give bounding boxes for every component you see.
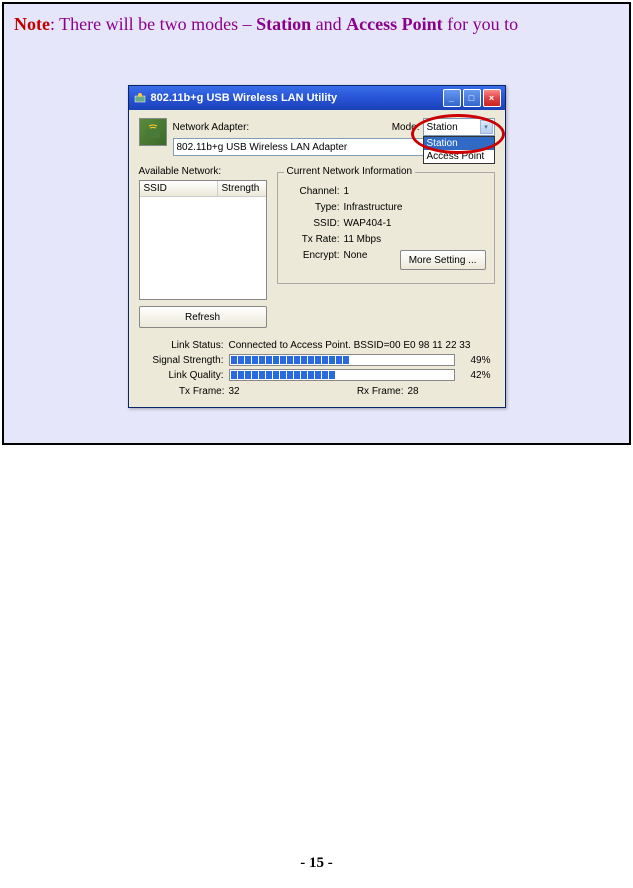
type-label: Type: (286, 202, 344, 213)
ssid-label: SSID: (286, 218, 344, 229)
signal-strength-bar (229, 354, 455, 366)
available-network-label: Available Network: (139, 166, 267, 177)
mode-option-accesspoint[interactable]: Access Point (424, 150, 494, 163)
link-status-value: Connected to Access Point. BSSID=00 E0 9… (229, 340, 495, 351)
note-text: Note: There will be two modes – Station … (14, 12, 619, 37)
col-ssid[interactable]: SSID (140, 181, 218, 196)
minimize-button[interactable]: _ (443, 89, 461, 107)
channel-value: 1 (344, 186, 486, 197)
screenshot: 802.11b+g USB Wireless LAN Utility _ □ ×… (14, 85, 619, 408)
current-network-groupbox: Current Network Information Channel:1 Ty… (277, 172, 495, 284)
mode-dropdown[interactable]: Station ▾ (423, 118, 495, 136)
ssid-value: WAP404-1 (344, 218, 486, 229)
utility-window: 802.11b+g USB Wireless LAN Utility _ □ ×… (128, 85, 506, 408)
type-value: Infrastructure (344, 202, 486, 213)
txframe-value: 32 (229, 386, 240, 397)
more-setting-button[interactable]: More Setting ... (400, 250, 486, 270)
note-label: Note (14, 14, 50, 34)
link-quality-label: Link Quality: (139, 370, 229, 381)
mode-dropdown-popup: Station Access Point (423, 136, 495, 164)
adapter-label: Network Adapter: (173, 122, 250, 133)
chevron-down-icon: ▾ (480, 120, 493, 134)
refresh-button[interactable]: Refresh (139, 306, 267, 328)
rxframe-label: Rx Frame: (317, 386, 408, 397)
link-quality-pct: 42% (455, 370, 495, 381)
network-list[interactable]: SSID Strength (139, 180, 267, 300)
rxframe-value: 28 (408, 386, 495, 397)
page-number: - 15 - (0, 855, 633, 872)
mode-option-station[interactable]: Station (424, 137, 494, 150)
app-icon (133, 91, 147, 105)
encrypt-label: Encrypt: (286, 250, 344, 270)
close-button[interactable]: × (483, 89, 501, 107)
note-box: Note: There will be two modes – Station … (2, 2, 631, 445)
signal-strength-pct: 49% (455, 355, 495, 366)
link-status-label: Link Status: (139, 340, 229, 351)
mode-label: Mode: (392, 122, 420, 133)
txrate-value: 11 Mbps (344, 234, 486, 245)
channel-label: Channel: (286, 186, 344, 197)
adapter-icon (139, 118, 167, 146)
maximize-button[interactable]: □ (463, 89, 481, 107)
link-quality-bar (229, 369, 455, 381)
txrate-label: Tx Rate: (286, 234, 344, 245)
col-strength[interactable]: Strength (218, 181, 266, 196)
encrypt-value: None (344, 250, 400, 270)
txframe-label: Tx Frame: (139, 386, 229, 397)
window-title: 802.11b+g USB Wireless LAN Utility (151, 92, 443, 104)
groupbox-title: Current Network Information (284, 166, 416, 177)
titlebar[interactable]: 802.11b+g USB Wireless LAN Utility _ □ × (129, 86, 505, 110)
list-header: SSID Strength (140, 181, 266, 197)
signal-strength-label: Signal Strength: (139, 355, 229, 366)
